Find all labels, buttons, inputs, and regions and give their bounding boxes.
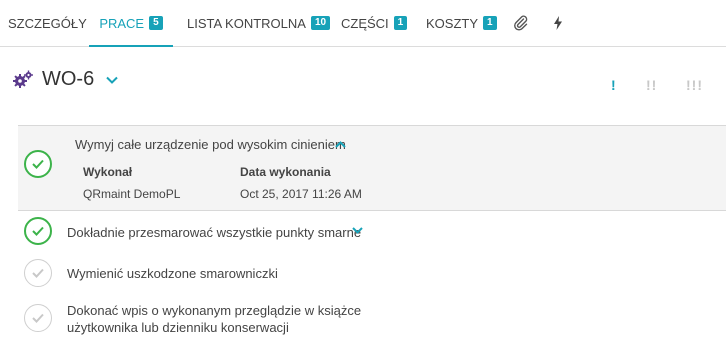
tab-checklist[interactable]: LISTA KONTROLNA 10 — [187, 0, 331, 46]
performed-by-value: QRmaint DemoPL — [83, 187, 181, 201]
page-title: WO-6 — [42, 68, 95, 90]
check-icon — [32, 226, 44, 236]
check-icon — [32, 268, 44, 278]
tab-label: SZCZEGÓŁY — [8, 15, 87, 31]
completion-date-value: Oct 25, 2017 11:26 AM — [240, 187, 362, 201]
tab-badge: 1 — [483, 16, 497, 30]
tab-bar: SZCZEGÓŁY PRACE 5 LISTA KONTROLNA 10 CZĘ… — [0, 0, 726, 47]
chevron-down-icon[interactable] — [352, 227, 363, 234]
performed-by-label: Wykonał — [83, 165, 133, 179]
task-checkbox[interactable] — [24, 304, 52, 332]
paperclip-icon — [514, 15, 528, 31]
tab-costs[interactable]: KOSZTY 1 — [426, 0, 497, 46]
task-text-line-2: użytkownika lub dzienniku konserwacji — [67, 320, 289, 335]
tab-badge: 1 — [393, 16, 408, 30]
task-checkbox[interactable] — [24, 217, 52, 245]
gears-icon — [13, 70, 33, 88]
tab-label: KOSZTY — [426, 15, 479, 31]
task-text: Dokładnie przesmarować wszystkie punkty … — [67, 225, 362, 240]
tab-events[interactable] — [553, 0, 563, 46]
check-icon — [32, 313, 44, 323]
priority-medium-button[interactable]: !! — [646, 77, 657, 93]
completion-date-label: Data wykonania — [240, 165, 331, 179]
priority-high-button[interactable]: !!! — [686, 77, 703, 93]
task-checkbox[interactable] — [24, 259, 52, 287]
tab-label: LISTA KONTROLNA — [187, 15, 306, 31]
tab-parts[interactable]: CZĘŚCI 1 — [341, 0, 408, 46]
chevron-down-icon[interactable] — [106, 76, 118, 84]
tab-details[interactable]: SZCZEGÓŁY — [8, 0, 87, 46]
tab-badge: 5 — [149, 16, 163, 30]
tab-badge: 10 — [310, 16, 331, 30]
lightning-icon — [554, 16, 562, 30]
tab-label: PRACE — [99, 15, 145, 31]
tab-attachments[interactable] — [513, 0, 529, 46]
task-checkbox[interactable] — [24, 150, 52, 178]
task-text-line-1: Dokonać wpis o wykonanym przeglądzie w k… — [67, 303, 362, 318]
tab-work[interactable]: PRACE 5 — [89, 0, 173, 47]
priority-low-button[interactable]: ! — [611, 77, 617, 93]
tab-label: CZĘŚCI — [341, 15, 389, 31]
task-text: Wymienić uszkodzone smarowniczki — [67, 266, 278, 281]
chevron-up-icon[interactable] — [335, 141, 346, 148]
work-order-header: WO-6 — [12, 68, 118, 91]
task-text: Wymyj całe urządzenie pod wysokim cinien… — [75, 137, 346, 152]
check-icon — [32, 159, 44, 169]
